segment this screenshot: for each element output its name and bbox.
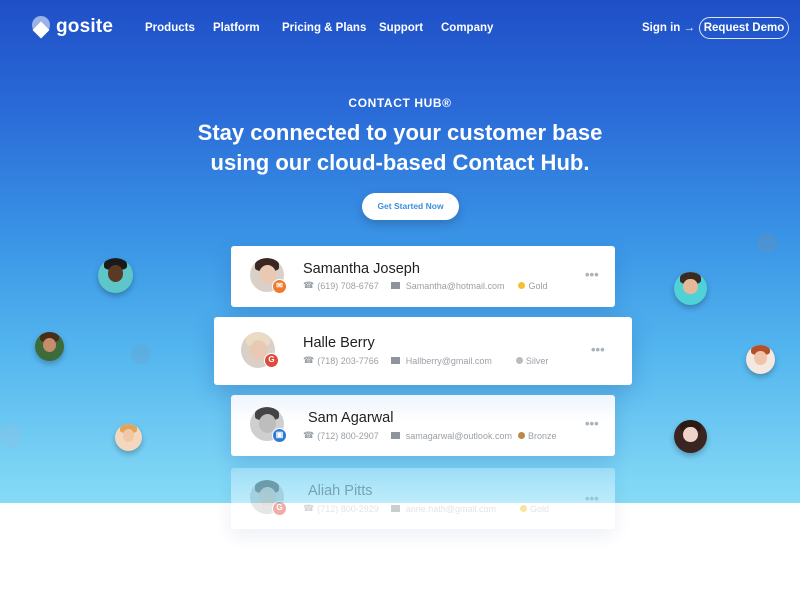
nav-pricing-plans[interactable]: Pricing & Plans bbox=[282, 22, 366, 34]
contact-meta: ☎ (619) 708-6767 Samantha@hotmail.com Go… bbox=[303, 280, 547, 291]
floating-avatar bbox=[35, 332, 64, 361]
contact-card[interactable]: ✉ Samantha Joseph ☎ (619) 708-6767 Saman… bbox=[231, 246, 615, 307]
floating-avatar bbox=[0, 424, 22, 448]
nav-platform[interactable]: Platform bbox=[213, 22, 260, 34]
contact-card[interactable]: ▣ Sam Agarwal ☎ (712) 800-2907 samagarwa… bbox=[231, 395, 615, 456]
floating-avatar bbox=[746, 345, 775, 374]
contact-phone: (619) 708-6767 bbox=[317, 280, 379, 291]
contact-email: Hallberry@gmail.com bbox=[405, 355, 492, 366]
contact-name: Halle Berry bbox=[303, 335, 375, 351]
tier-dot-icon bbox=[515, 357, 523, 364]
phone-icon: ☎ bbox=[303, 355, 315, 365]
phone-icon: ☎ bbox=[303, 430, 315, 440]
top-nav: gosite Products Platform Pricing & Plans… bbox=[0, 0, 800, 56]
contact-name: Sam Agarwal bbox=[308, 410, 394, 426]
contact-name: Aliah Pitts bbox=[308, 483, 373, 499]
nav-support[interactable]: Support bbox=[379, 22, 423, 34]
contact-tier: Bronze bbox=[527, 430, 557, 441]
email-source-icon: ✉ bbox=[272, 279, 287, 294]
nav-products[interactable]: Products bbox=[145, 22, 195, 34]
logo[interactable]: gosite bbox=[32, 16, 114, 39]
contact-tier: Gold bbox=[529, 503, 549, 514]
google-source-icon: G bbox=[264, 353, 279, 368]
contact-phone: (712) 800-2907 bbox=[317, 430, 379, 441]
mail-icon bbox=[390, 505, 400, 512]
contact-tier: Gold bbox=[528, 280, 548, 291]
floating-avatar bbox=[115, 424, 142, 451]
more-options-icon[interactable]: ••• bbox=[585, 267, 599, 282]
floating-avatar bbox=[674, 420, 707, 453]
tier-dot-icon bbox=[519, 505, 527, 512]
get-started-button[interactable]: Get Started Now bbox=[362, 193, 459, 220]
contact-meta: ☎ (712) 800-2907 samagarwal@outlook.com … bbox=[303, 430, 556, 441]
nav-company[interactable]: Company bbox=[441, 22, 493, 34]
headline-line-1: Stay connected to your customer base bbox=[197, 120, 603, 145]
contact-meta: ☎ (718) 203-7766 Hallberry@gmail.com Sil… bbox=[303, 355, 548, 366]
tier-dot-icon bbox=[517, 432, 525, 439]
floating-avatar bbox=[98, 258, 133, 293]
phone-icon: ☎ bbox=[303, 280, 315, 290]
contact-card[interactable]: G Halle Berry ☎ (718) 203-7766 Hallberry… bbox=[214, 317, 632, 385]
more-options-icon[interactable]: ••• bbox=[585, 491, 599, 506]
contact-email: Samantha@hotmail.com bbox=[405, 280, 505, 291]
hero-section: gosite Products Platform Pricing & Plans… bbox=[0, 0, 800, 503]
mail-icon bbox=[390, 357, 400, 364]
hero-headline: Stay connected to your customer base usi… bbox=[0, 118, 800, 178]
request-demo-button[interactable]: Request Demo bbox=[699, 17, 789, 39]
headline-line-2: using our cloud-based Contact Hub. bbox=[210, 150, 590, 175]
tier-dot-icon bbox=[518, 282, 526, 289]
gosite-logo-icon bbox=[32, 16, 50, 39]
phone-icon: ☎ bbox=[303, 503, 315, 513]
product-eyebrow: CONTACT HUB® bbox=[348, 96, 452, 110]
floating-avatar bbox=[131, 344, 151, 364]
more-options-icon[interactable]: ••• bbox=[585, 416, 599, 431]
contact-phone: (718) 203-7766 bbox=[317, 355, 379, 366]
outlook-source-icon: ▣ bbox=[272, 428, 287, 443]
contact-meta: ☎ (712) 800-2929 anne.hath@gmail.com Gol… bbox=[303, 503, 549, 514]
contact-card[interactable]: G Aliah Pitts ☎ (712) 800-2929 anne.hath… bbox=[231, 468, 615, 529]
contact-email: anne.hath@gmail.com bbox=[405, 503, 496, 514]
floating-avatar bbox=[674, 272, 707, 305]
contact-email: samagarwal@outlook.com bbox=[405, 430, 512, 441]
logo-text: gosite bbox=[56, 16, 114, 37]
contact-phone: (712) 800-2929 bbox=[317, 503, 379, 514]
contact-tier: Silver bbox=[525, 355, 549, 366]
google-source-icon: G bbox=[272, 501, 287, 516]
sign-in-link[interactable]: Sign in → bbox=[642, 22, 695, 34]
contact-name: Samantha Joseph bbox=[303, 261, 420, 277]
more-options-icon[interactable]: ••• bbox=[591, 342, 605, 357]
floating-avatar bbox=[757, 233, 777, 253]
mail-icon bbox=[390, 282, 400, 289]
mail-icon bbox=[390, 432, 400, 439]
